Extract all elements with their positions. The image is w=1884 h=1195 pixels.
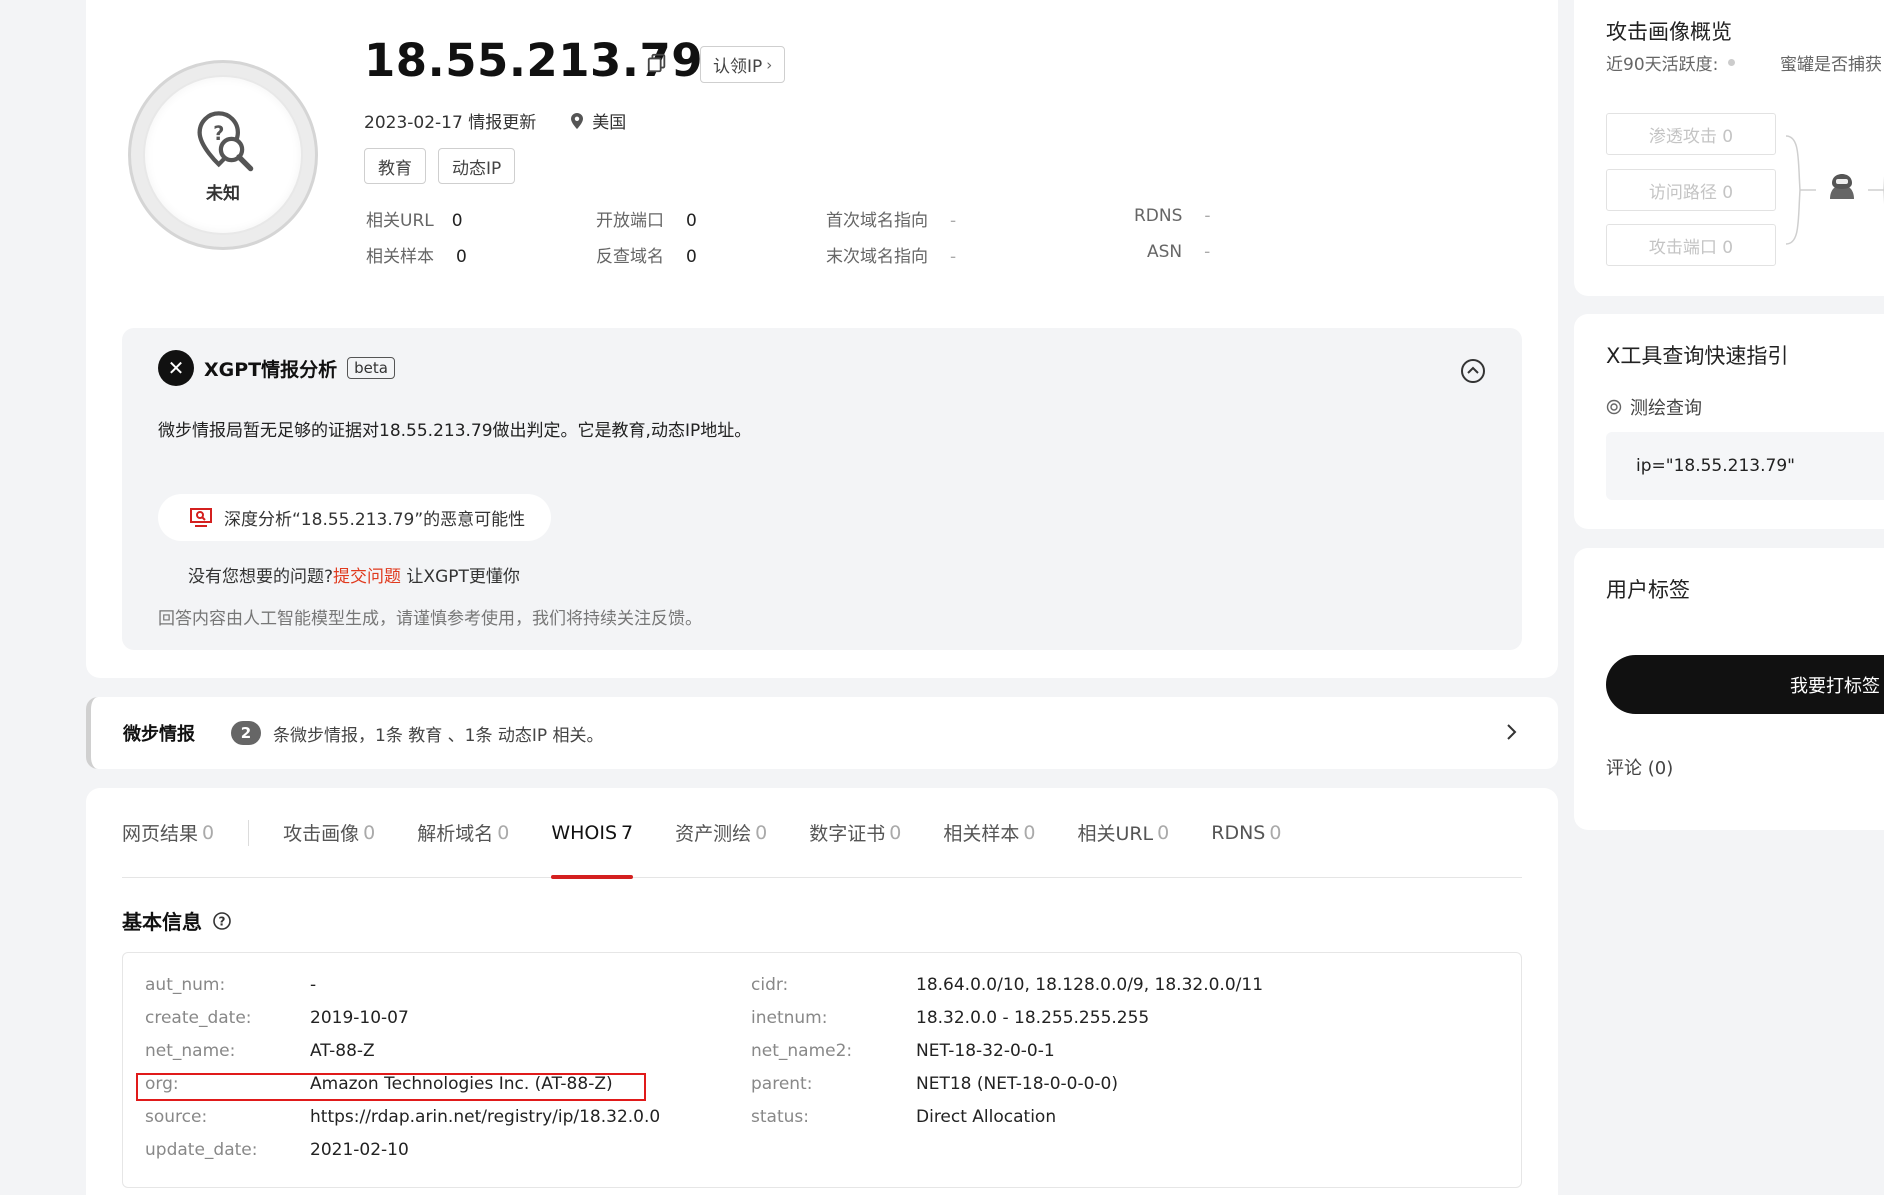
svg-text:?: ? [219, 914, 226, 928]
details-card: 网页结果 0 攻击画像 0 解析域名 0 WHOIS 7 资产测绘 0 数字证书 0 相关样… [86, 788, 1558, 1195]
deep-analysis-button[interactable]: 深度分析“18.55.213.79”的恶意可能性 [158, 494, 551, 541]
whois-table: aut_num: - create_date: 2019-10-07 net_nam… [122, 952, 1522, 1188]
whois-row: cidr: 18.64.0.0/10, 18.128.0.0/9, 18.32.0… [751, 975, 1264, 995]
copy-icon[interactable] [646, 52, 668, 74]
tag-dynamic-ip[interactable]: 动态IP [438, 148, 516, 184]
chevron-right-icon: › [766, 55, 773, 74]
xgpt-analysis-text: 微步情报局暂无足够的证据对18.55.213.79做出判定。它是教育,动态IP地… [158, 421, 752, 441]
ip-tags: 教育 动态IP [364, 148, 516, 184]
xgpt-title: XGPT情报分析 [204, 358, 338, 381]
stat-related-samples[interactable]: 相关样本 0 [366, 242, 467, 267]
whois-row: net_name2: NET-18-32-0-0-1 [751, 1041, 1055, 1061]
chevron-right-icon[interactable] [1500, 721, 1522, 743]
collapse-chevron-icon[interactable] [1460, 358, 1486, 384]
detail-tabs: 网页结果 0 攻击画像 0 解析域名 0 WHOIS 7 资产测绘 0 数字证书 0 相关样… [122, 788, 1522, 879]
xgpt-logo-icon: ✕ [158, 350, 194, 386]
submit-question-link[interactable]: 提交问题 [333, 567, 401, 587]
whois-row: aut_num: - [145, 975, 317, 995]
tab-web-results[interactable]: 网页结果 0 [122, 788, 214, 878]
tab-asset-mapping[interactable]: 资产测绘 0 [675, 788, 767, 878]
stat-reverse-domain[interactable]: 反查域名 0 [596, 242, 697, 267]
user-tags-title: 用户标签 [1606, 578, 1690, 602]
location-text: 美国 [592, 113, 627, 133]
whois-row: inetnum: 18.32.0.0 - 18.255.255.255 [751, 1008, 1150, 1028]
claim-ip-button[interactable]: 认领IP › [700, 46, 786, 83]
section-title: 基本信息 ? [122, 906, 232, 935]
feedback-line: 没有您想要的问题?提交问题 让XGPT更懂你 [188, 567, 520, 587]
flow-connector-icon [1868, 175, 1884, 205]
xtool-title: X工具查询快速指引 [1606, 344, 1789, 368]
hacker-icon [1830, 174, 1854, 199]
tab-attack-profile[interactable]: 攻击画像 0 [283, 788, 375, 878]
xgpt-panel: ✕ XGPT情报分析 beta 微步情报局暂无足够的证据对18.55.213.7… [122, 328, 1522, 650]
tab-resolved-domains[interactable]: 解析域名 0 [417, 788, 509, 878]
tab-divider [248, 819, 250, 846]
stat-open-ports[interactable]: 开放端口 0 [596, 206, 697, 231]
user-tags-card: 用户标签 我要打标签 评论 (0) [1574, 548, 1884, 830]
activity-dot-icon [1728, 59, 1736, 66]
tab-certificates[interactable]: 数字证书 0 [809, 788, 901, 878]
attack-profile-overview: 攻击画像概览 近90天活跃度: 蜜罐是否捕获 渗透攻击 0 访问路径 0 攻击端… [1574, 0, 1884, 296]
attack-port-box: 攻击端口 0 [1606, 224, 1776, 266]
verdict-badge: ? 未知 [128, 60, 318, 250]
meta-line: 2023-02-17 情报更新 美国 [364, 108, 626, 133]
whois-row: source: https://rdap.arin.net/registry/ip… [145, 1107, 661, 1127]
ai-disclaimer: 回答内容由人工智能模型生成，请谨慎参考使用，我们将持续关注反馈。 [158, 609, 702, 629]
comments-link[interactable]: 评论 (0) [1606, 754, 1673, 780]
add-tag-button[interactable]: 我要打标签 [1606, 655, 1884, 714]
flow-connector-icon [1785, 135, 1816, 245]
unknown-location-icon: ? [197, 110, 254, 171]
attack-overview-title: 攻击画像概览 [1606, 20, 1732, 44]
stat-asn: ASN - [1147, 242, 1211, 262]
location-pin-icon [571, 112, 584, 129]
org-highlight-box [136, 1073, 646, 1101]
whois-row: update_date: 2021-02-10 [145, 1140, 409, 1160]
tab-related-samples[interactable]: 相关样本 0 [943, 788, 1035, 878]
intel-description: 条微步情报，1条 教育 、1条 动态IP 相关。 [273, 725, 604, 746]
beta-badge: beta [347, 357, 395, 379]
update-date: 2023-02-17 情报更新 [364, 113, 537, 133]
whois-row: status: Direct Allocation [751, 1107, 1057, 1127]
whois-row: net_name: AT-88-Z [145, 1041, 375, 1061]
penetration-attack-box: 渗透攻击 0 [1606, 113, 1776, 155]
stat-related-url[interactable]: 相关URL 0 [366, 206, 463, 231]
whois-row: parent: NET18 (NET-18-0-0-0-0) [751, 1074, 1118, 1094]
activity-90d: 近90天活跃度: [1606, 50, 1736, 75]
access-path-box: 访问路径 0 [1606, 169, 1776, 211]
threat-intel-bar[interactable]: 微步情报 2 条微步情报，1条 教育 、1条 动态IP 相关。 [86, 697, 1558, 769]
ip-summary-card: ? 未知 18.55.213.79 认领IP › 2023-02-17 情报更新… [86, 0, 1558, 678]
verdict-label: 未知 [206, 183, 240, 204]
intel-count-badge: 2 [231, 721, 261, 745]
help-icon[interactable]: ? [212, 911, 232, 931]
intel-title: 微步情报 [123, 724, 195, 745]
stat-last-domain: 末次域名指向 - [826, 247, 957, 267]
mapping-query-link[interactable]: 测绘查询 [1606, 394, 1702, 420]
radar-icon [1606, 399, 1622, 415]
stat-first-domain: 首次域名指向 - [826, 211, 957, 231]
stat-rdns: RDNS - [1134, 206, 1211, 226]
analysis-monitor-icon [190, 507, 212, 527]
tab-rdns[interactable]: RDNS 0 [1211, 788, 1281, 878]
tag-education[interactable]: 教育 [364, 148, 426, 184]
xtool-guide-card: X工具查询快速指引 测绘查询 ip="18.55.213.79" [1574, 314, 1884, 529]
honeypot-label: 蜜罐是否捕获 [1780, 55, 1882, 75]
query-example[interactable]: ip="18.55.213.79" [1606, 432, 1884, 500]
tab-whois[interactable]: WHOIS 7 [551, 788, 633, 879]
whois-row: create_date: 2019-10-07 [145, 1008, 409, 1028]
tab-related-url[interactable]: 相关URL 0 [1077, 788, 1169, 878]
